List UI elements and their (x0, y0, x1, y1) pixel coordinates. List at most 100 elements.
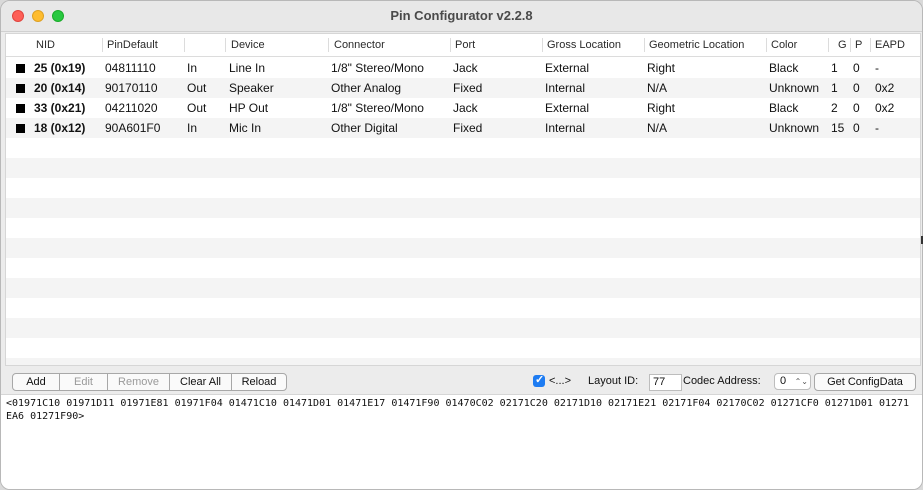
codec-address-label: Codec Address: (683, 375, 761, 387)
get-configdata-button[interactable]: Get ConfigData (814, 373, 916, 391)
color-swatch (16, 124, 25, 133)
cell-g: 15 (831, 121, 845, 135)
checkmark-icon: ✓ (535, 374, 545, 386)
cell-g: 2 (831, 101, 838, 115)
column-header-color[interactable]: Color (771, 39, 797, 51)
cell-eapd: 0x2 (875, 81, 895, 95)
cell-geometric-location: N/A (647, 81, 668, 95)
cell-p: 0 (853, 61, 860, 75)
table-row[interactable]: 20 (0x14) 90170110 Out Speaker Other Ana… (6, 78, 920, 98)
options-checkbox[interactable]: ✓ (533, 374, 545, 387)
cell-eapd: 0x2 (875, 101, 895, 115)
column-header-g[interactable]: G (838, 39, 847, 51)
column-header-connector[interactable]: Connector (334, 39, 385, 51)
table-row[interactable]: 25 (0x19) 04811110 In Line In 1/8" Stere… (6, 58, 920, 78)
empty-row (6, 358, 920, 365)
cell-pindefault: 90170110 (105, 81, 158, 95)
empty-row (6, 258, 920, 278)
cell-direction: Out (187, 101, 207, 115)
cell-gross-location: External (545, 61, 590, 75)
empty-row (6, 318, 920, 338)
cell-pindefault: 90A601F0 (105, 121, 161, 135)
config-output-area[interactable]: <01971C10 01971D11 01971E81 01971F04 014… (1, 394, 922, 489)
cell-connector: Other Analog (331, 81, 402, 95)
edit-button[interactable]: Edit (59, 373, 108, 391)
column-header-device[interactable]: Device (231, 39, 265, 51)
color-swatch (16, 84, 25, 93)
add-button[interactable]: Add (12, 373, 60, 391)
cell-nid: 25 (0x19) (34, 61, 86, 75)
cell-p: 0 (853, 121, 860, 135)
empty-row (6, 198, 920, 218)
cell-connector: Other Digital (331, 121, 398, 135)
column-header-pindefault[interactable]: PinDefault (107, 39, 158, 51)
empty-row (6, 138, 920, 158)
cell-port: Jack (453, 61, 478, 75)
layout-id-label: Layout ID: (588, 375, 639, 387)
cell-pindefault: 04211020 (105, 101, 158, 115)
empty-row (6, 238, 920, 258)
cell-direction: Out (187, 81, 207, 95)
cell-color: Black (769, 61, 799, 75)
cell-nid: 33 (0x21) (34, 101, 86, 115)
reload-button[interactable]: Reload (231, 373, 287, 391)
cell-connector: 1/8" Stereo/Mono (331, 61, 424, 75)
empty-row (6, 278, 920, 298)
cell-g: 1 (831, 81, 838, 95)
cell-pindefault: 04811110 (105, 61, 156, 75)
column-divider (766, 38, 767, 52)
column-header-p[interactable]: P (855, 39, 862, 51)
cell-geometric-location: N/A (647, 121, 668, 135)
column-header-port[interactable]: Port (455, 39, 475, 51)
column-header-geometric-location[interactable]: Geometric Location (649, 39, 744, 51)
chevron-updown-icon: ⌃⌄ (794, 377, 808, 386)
layout-id-field[interactable]: 77 (649, 374, 682, 391)
cell-color: Black (769, 101, 799, 115)
cell-color: Unknown (769, 121, 820, 135)
color-swatch (16, 104, 25, 113)
cell-device: Line In (229, 61, 266, 75)
pin-configurator-window: Pin Configurator v2.2.8 NID PinDefault D… (0, 0, 923, 490)
empty-row (6, 298, 920, 318)
cell-direction: In (187, 61, 198, 75)
empty-row (6, 178, 920, 198)
empty-row (6, 218, 920, 238)
column-divider (225, 38, 226, 52)
cell-port: Jack (453, 101, 478, 115)
cell-device: Mic In (229, 121, 262, 135)
cell-gross-location: External (545, 101, 590, 115)
cell-device: Speaker (229, 81, 274, 95)
cell-eapd: - (875, 61, 879, 75)
clear-all-button[interactable]: Clear All (169, 373, 232, 391)
cell-geometric-location: Right (647, 101, 676, 115)
window-title: Pin Configurator v2.2.8 (390, 8, 533, 23)
table-row[interactable]: 18 (0x12) 90A601F0 In Mic In Other Digit… (6, 118, 920, 138)
cell-connector: 1/8" Stereo/Mono (331, 101, 424, 115)
cell-eapd: - (875, 121, 879, 135)
cell-nid: 20 (0x14) (34, 81, 86, 95)
remove-button[interactable]: Remove (107, 373, 170, 391)
cell-color: Unknown (769, 81, 820, 95)
cell-port: Fixed (453, 81, 483, 95)
config-output-text[interactable]: <01971C10 01971D11 01971E81 01971F04 014… (6, 397, 911, 423)
column-divider (644, 38, 645, 52)
cell-gross-location: Internal (545, 81, 586, 95)
codec-address-value: 0 (780, 375, 787, 387)
cell-gross-location: Internal (545, 121, 586, 135)
cell-g: 1 (831, 61, 838, 75)
column-header-eapd[interactable]: EAPD (875, 39, 905, 51)
column-header-gross-location[interactable]: Gross Location (547, 39, 621, 51)
column-divider (450, 38, 451, 52)
codec-address-select[interactable]: 0 ⌃⌄ (774, 373, 811, 390)
cell-p: 0 (853, 101, 860, 115)
color-swatch (16, 64, 25, 73)
empty-row (6, 338, 920, 358)
pin-table: NID PinDefault Device Connector Port Gro… (5, 33, 921, 366)
cell-nid: 18 (0x12) (34, 121, 86, 135)
cell-geometric-location: Right (647, 61, 676, 75)
column-header-nid[interactable]: NID (36, 39, 55, 51)
column-divider (184, 38, 185, 52)
cell-device: HP Out (229, 101, 269, 115)
table-header: NID PinDefault Device Connector Port Gro… (6, 34, 920, 57)
table-row[interactable]: 33 (0x21) 04211020 Out HP Out 1/8" Stere… (6, 98, 920, 118)
